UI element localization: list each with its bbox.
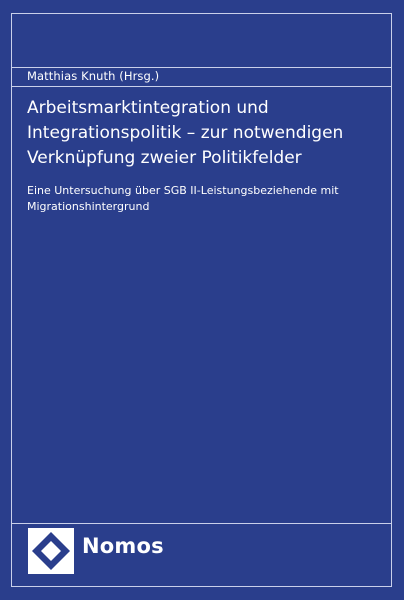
nomos-diamond-logo-icon: [28, 528, 74, 574]
title-line: Integrationspolitik – zur notwendigen: [27, 123, 344, 143]
book-cover: Matthias Knuth (Hrsg.) Arbeitsmarktinteg…: [0, 0, 404, 600]
publisher-name: Nomos: [82, 534, 164, 558]
book-title: Arbeitsmarktintegration und Integrations…: [27, 96, 387, 171]
publisher-divider: [11, 523, 392, 524]
subtitle-line: Eine Untersuchung über SGB II-Leistungsb…: [27, 184, 339, 197]
top-divider: [11, 67, 392, 68]
subtitle-line: Migrationshintergrund: [27, 200, 150, 213]
book-subtitle: Eine Untersuchung über SGB II-Leistungsb…: [27, 183, 387, 215]
title-line: Verknüpfung zweier Politikfelder: [27, 148, 302, 168]
author-line: Matthias Knuth (Hrsg.): [27, 69, 160, 83]
title-line: Arbeitsmarktintegration und: [27, 98, 269, 118]
author-divider: [11, 86, 392, 87]
